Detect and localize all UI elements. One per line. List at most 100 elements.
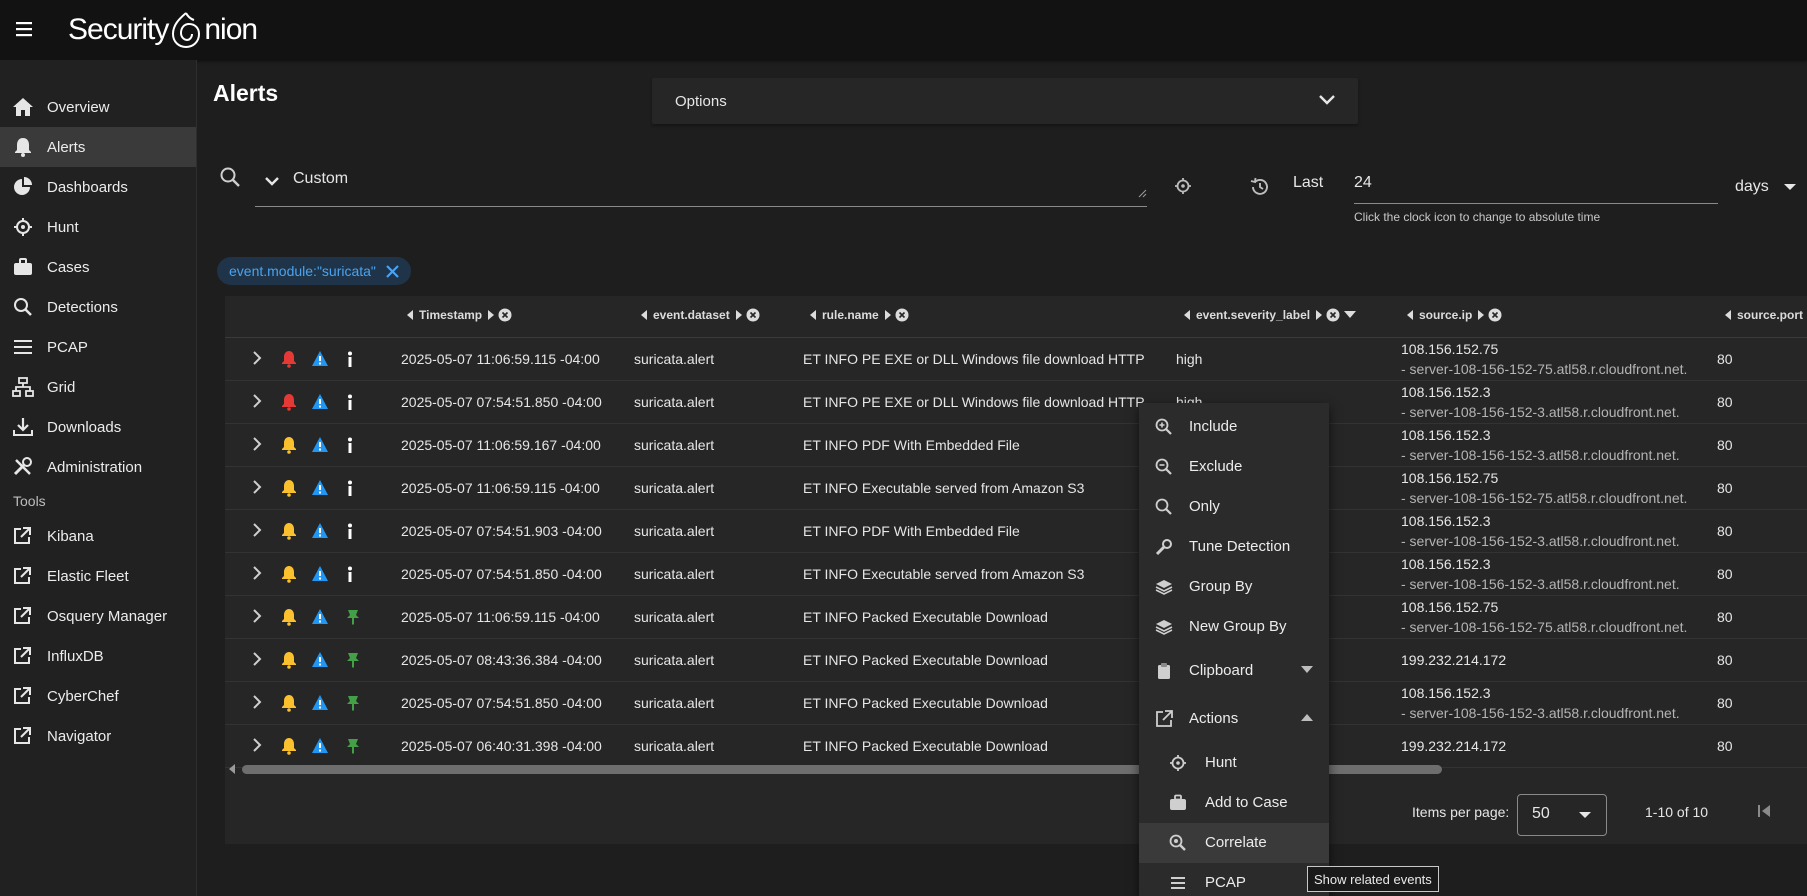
sort-descending-icon[interactable] [1344, 311, 1357, 319]
filter-chip[interactable]: event.module:"suricata" [217, 257, 411, 285]
sidebar-item-detections[interactable]: Detections [0, 287, 196, 327]
move-right-icon[interactable] [1316, 310, 1323, 320]
acknowledge-warning-icon[interactable] [311, 522, 329, 539]
menu-item-hunt[interactable]: Hunt [1139, 743, 1329, 783]
close-icon[interactable] [386, 264, 399, 278]
remove-column-icon[interactable] [1488, 308, 1502, 322]
table-row[interactable]: 2025-05-07 11:06:59.115 -04:00 suricata.a… [225, 467, 1807, 510]
expand-row-chevron-icon[interactable] [252, 480, 262, 494]
menu-item-only[interactable]: Only [1139, 487, 1329, 527]
crosshairs-icon[interactable] [1174, 177, 1192, 195]
table-row[interactable]: 2025-05-07 11:06:59.115 -04:00 suricata.a… [225, 596, 1807, 639]
acknowledge-warning-icon[interactable] [311, 350, 329, 367]
sidebar-item-downloads[interactable]: Downloads [0, 407, 196, 447]
sidebar-item-alerts[interactable]: Alerts [0, 127, 196, 167]
expand-row-chevron-icon[interactable] [252, 609, 262, 623]
acknowledge-warning-icon[interactable] [311, 393, 329, 410]
expand-row-chevron-icon[interactable] [252, 437, 262, 451]
menu-item-pcap[interactable]: PCAP [1139, 863, 1329, 896]
query-select-input[interactable]: Custom [255, 158, 1147, 207]
column-header-timestamp[interactable]: Timestamp [405, 308, 514, 322]
table-row[interactable]: 2025-05-07 11:06:59.115 -04:00 suricata.a… [225, 338, 1807, 381]
move-left-icon[interactable] [641, 310, 647, 320]
menu-item-correlate[interactable]: Correlate [1139, 823, 1329, 863]
search-icon[interactable] [219, 166, 241, 188]
info-icon[interactable] [346, 523, 354, 539]
history-clock-icon[interactable] [1249, 176, 1271, 198]
table-row[interactable]: 2025-05-07 08:43:36.384 -04:00 suricata.a… [225, 639, 1807, 682]
resize-grip-icon[interactable] [1138, 189, 1147, 198]
move-right-icon[interactable] [884, 310, 891, 320]
expand-row-chevron-icon[interactable] [252, 652, 262, 666]
sidebar-tool-navigator[interactable]: Navigator [0, 716, 196, 756]
acknowledge-warning-icon[interactable] [311, 479, 329, 496]
sidebar-tool-elastic-fleet[interactable]: Elastic Fleet [0, 556, 196, 596]
column-header-source-ip[interactable]: source.ip [1405, 308, 1504, 322]
move-left-icon[interactable] [1407, 310, 1413, 320]
sidebar-item-pcap[interactable]: PCAP [0, 327, 196, 367]
table-row[interactable]: 2025-05-07 07:54:51.850 -04:00 suricata.a… [225, 682, 1807, 725]
expand-row-chevron-icon[interactable] [252, 394, 262, 408]
remove-column-icon[interactable] [895, 308, 909, 322]
expand-row-chevron-icon[interactable] [252, 523, 262, 537]
escalate-bell-icon[interactable] [280, 522, 298, 540]
chevron-down-icon[interactable] [264, 176, 280, 188]
table-row[interactable]: 2025-05-07 07:54:51.850 -04:00 suricata.a… [225, 381, 1807, 424]
escalate-bell-icon[interactable] [280, 350, 298, 368]
info-icon[interactable] [346, 351, 354, 367]
acknowledge-warning-icon[interactable] [311, 694, 329, 711]
remove-column-icon[interactable] [1326, 308, 1340, 322]
expand-row-chevron-icon[interactable] [252, 351, 262, 365]
horizontal-scrollbar[interactable] [225, 762, 1807, 776]
sidebar-item-administration[interactable]: Administration [0, 447, 196, 487]
acknowledge-warning-icon[interactable] [311, 436, 329, 453]
escalate-bell-icon[interactable] [280, 608, 298, 626]
escalate-bell-icon[interactable] [280, 651, 298, 669]
relative-time-input[interactable]: 24 [1354, 168, 1718, 204]
escalate-bell-icon[interactable] [280, 565, 298, 583]
items-per-page-select[interactable]: 50 [1517, 794, 1607, 836]
expand-row-chevron-icon[interactable] [252, 738, 262, 752]
move-right-icon[interactable] [1478, 310, 1485, 320]
security-onion-logo[interactable]: Security nion [68, 6, 258, 54]
escalate-bell-icon[interactable] [280, 393, 298, 411]
table-row[interactable]: 2025-05-07 11:06:59.167 -04:00 suricata.a… [225, 424, 1807, 467]
acknowledge-warning-icon[interactable] [311, 565, 329, 582]
info-icon[interactable] [346, 566, 354, 582]
table-row[interactable]: 2025-05-07 07:54:51.850 -04:00 suricata.a… [225, 553, 1807, 596]
column-header-event-dataset[interactable]: event.dataset [639, 308, 762, 322]
sidebar-item-hunt[interactable]: Hunt [0, 207, 196, 247]
expand-row-chevron-icon[interactable] [252, 566, 262, 580]
move-left-icon[interactable] [1184, 310, 1190, 320]
sidebar-tool-osquery-manager[interactable]: Osquery Manager [0, 596, 196, 636]
sidebar-tool-influxdb[interactable]: InfluxDB [0, 636, 196, 676]
menu-item-add-to-case[interactable]: Add to Case [1139, 783, 1329, 823]
move-right-icon[interactable] [735, 310, 742, 320]
sidebar-tool-cyberchef[interactable]: CyberChef [0, 676, 196, 716]
hamburger-menu-icon[interactable] [14, 18, 36, 40]
pin-icon[interactable] [346, 609, 360, 625]
info-icon[interactable] [346, 480, 354, 496]
acknowledge-warning-icon[interactable] [311, 737, 329, 754]
first-page-icon[interactable] [1757, 804, 1771, 818]
menu-item-include[interactable]: Include [1139, 407, 1329, 447]
move-left-icon[interactable] [810, 310, 816, 320]
column-header-rule-name[interactable]: rule.name [808, 308, 911, 322]
info-icon[interactable] [346, 437, 354, 453]
menu-item-new-group-by[interactable]: New Group By [1139, 607, 1329, 647]
menu-item-clipboard[interactable]: Clipboard [1139, 651, 1329, 691]
sidebar-item-grid[interactable]: Grid [0, 367, 196, 407]
escalate-bell-icon[interactable] [280, 479, 298, 497]
scroll-left-arrow-icon[interactable] [229, 764, 235, 774]
expand-row-chevron-icon[interactable] [252, 695, 262, 709]
pin-icon[interactable] [346, 738, 360, 754]
remove-column-icon[interactable] [746, 308, 760, 322]
escalate-bell-icon[interactable] [280, 737, 298, 755]
time-unit-select[interactable]: days [1735, 176, 1805, 198]
column-header-source-port[interactable]: source.port [1723, 308, 1807, 322]
escalate-bell-icon[interactable] [280, 436, 298, 454]
remove-column-icon[interactable] [498, 308, 512, 322]
sidebar-item-overview[interactable]: Overview [0, 87, 196, 127]
menu-item-actions[interactable]: Actions [1139, 699, 1329, 739]
sidebar-tool-kibana[interactable]: Kibana [0, 516, 196, 556]
